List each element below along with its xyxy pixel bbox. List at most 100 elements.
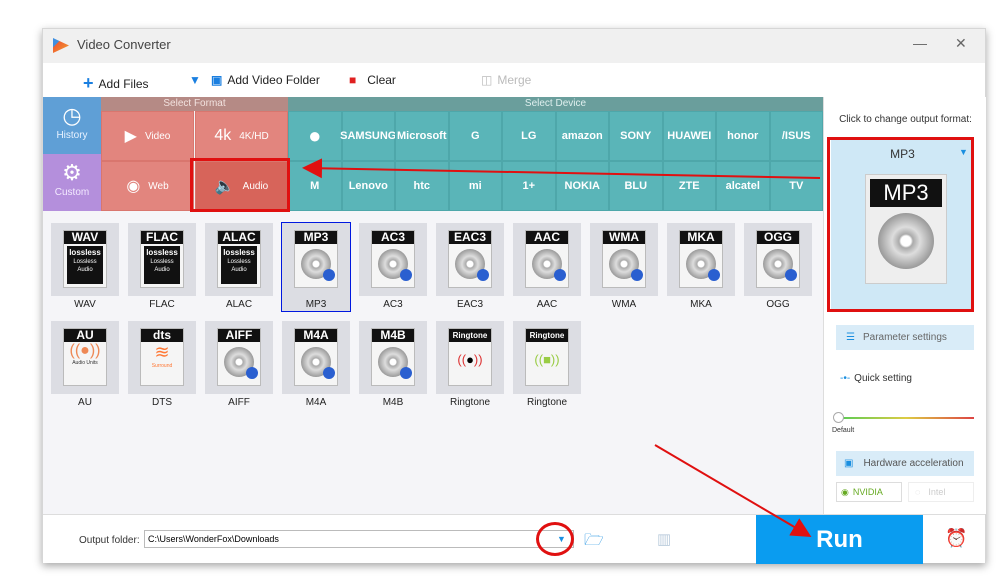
format-icon-header: Ringtone bbox=[526, 329, 568, 342]
format-category-web[interactable]: ◉ Web bbox=[101, 161, 194, 211]
hardware-acceleration-button[interactable]: ▣ Hardware acceleration bbox=[836, 451, 974, 476]
lossless-text: Audio bbox=[77, 267, 93, 273]
add-video-folder-button[interactable]: ▣ Add Video Folder bbox=[211, 73, 320, 87]
device-brand[interactable]: HUAWEI bbox=[662, 111, 716, 161]
format-icon-header: WAV bbox=[64, 231, 106, 244]
format-tile-eac3[interactable]: EAC3 EAC3 bbox=[436, 223, 504, 311]
history-tab[interactable]: ◷ History bbox=[43, 97, 101, 154]
clear-label: Clear bbox=[367, 73, 396, 87]
audio-disc-icon bbox=[763, 249, 797, 281]
format-tile-ogg[interactable]: OGG OGG bbox=[744, 223, 812, 311]
select-device-header: Select Device bbox=[288, 97, 823, 111]
open-folder-icon[interactable]: 🗁 bbox=[584, 529, 604, 556]
format-icon-header: MKA bbox=[680, 231, 722, 244]
audio-disc-icon bbox=[532, 249, 566, 281]
format-tile-au[interactable]: AU ((●)) Audio Units AU bbox=[51, 321, 119, 409]
device-brand[interactable]: NOKIA bbox=[555, 161, 609, 211]
device-brand[interactable]: /ISUS bbox=[769, 111, 823, 161]
format-tile-aiff[interactable]: AIFF AIFF bbox=[205, 321, 273, 409]
format-tile-ac3[interactable]: AC3 AC3 bbox=[359, 223, 427, 311]
apple-icon[interactable]: ● bbox=[288, 111, 342, 161]
device-brand[interactable]: 1+ bbox=[502, 161, 556, 211]
audio-icon: 🔈 bbox=[214, 178, 235, 195]
add-files-dropdown[interactable]: ▼ bbox=[189, 73, 201, 87]
format-icon-header: AC3 bbox=[372, 231, 414, 244]
device-brand[interactable]: honor bbox=[716, 111, 770, 161]
format-tile-aac[interactable]: AAC AAC bbox=[513, 223, 581, 311]
nvidia-toggle[interactable]: ◉ NVIDIA bbox=[836, 482, 902, 502]
format-category-video[interactable]: ▶ Video bbox=[101, 111, 194, 161]
device-brand[interactable]: Lenovo bbox=[341, 161, 395, 211]
chevron-down-icon: ▼ bbox=[959, 147, 968, 157]
lossless-text: Lossless bbox=[227, 259, 251, 265]
device-brand[interactable]: alcatel bbox=[716, 161, 770, 211]
add-files-button[interactable]: + Add Files bbox=[83, 73, 149, 94]
device-brand[interactable]: M bbox=[288, 161, 342, 211]
export-icon[interactable]: ▥ bbox=[657, 530, 671, 548]
format-icon-header: M4A bbox=[295, 329, 337, 342]
close-button[interactable]: ✕ bbox=[955, 35, 967, 52]
parameter-settings-label: Parameter settings bbox=[862, 332, 947, 343]
format-category-4khd[interactable]: 4k 4K/HD bbox=[195, 111, 288, 161]
video-icon: ▶ bbox=[124, 128, 137, 145]
clear-button[interactable]: ■ Clear bbox=[349, 73, 396, 87]
format-icon-header: WMA bbox=[603, 231, 645, 244]
format-tile-m4b[interactable]: M4B M4B bbox=[359, 321, 427, 409]
format-tile-flac[interactable]: FLAC lossless Lossless Audio FLAC bbox=[128, 223, 196, 311]
gear-icon: ⚙ bbox=[62, 160, 82, 185]
format-label: AIFF bbox=[228, 397, 250, 408]
alarm-clock-icon[interactable]: ⏰ bbox=[945, 528, 967, 549]
mp3-icon-label: MP3 bbox=[870, 179, 942, 207]
device-brand[interactable]: TV bbox=[769, 161, 823, 211]
lossless-badge: lossless bbox=[223, 248, 255, 257]
format-tile-alac[interactable]: ALAC lossless Lossless Audio ALAC bbox=[205, 223, 273, 311]
minimize-button[interactable]: — bbox=[913, 35, 927, 51]
format-label: DTS bbox=[152, 397, 172, 408]
device-brand[interactable]: G bbox=[448, 111, 502, 161]
merge-label: Merge bbox=[497, 73, 532, 87]
format-icon-header: dts bbox=[141, 329, 183, 342]
device-brand[interactable]: SAMSUNG bbox=[340, 111, 396, 161]
slider-handle[interactable] bbox=[833, 412, 844, 423]
device-brand[interactable]: ZTE bbox=[662, 161, 716, 211]
quick-setting-slider[interactable] bbox=[838, 417, 974, 419]
format-tile-m4a[interactable]: M4A M4A bbox=[282, 321, 350, 409]
format-tile-wav[interactable]: WAV lossless Lossless Audio WAV bbox=[51, 223, 119, 311]
device-brand[interactable]: amazon bbox=[555, 111, 609, 161]
format-icon-header: AU bbox=[64, 329, 106, 342]
device-brand[interactable]: SONY bbox=[609, 111, 663, 161]
parameter-settings-button[interactable]: ☰ Parameter settings bbox=[836, 325, 974, 350]
format-label: EAC3 bbox=[456, 299, 484, 310]
format-category-label: Video bbox=[144, 130, 171, 142]
format-category-audio[interactable]: 🔈 Audio bbox=[195, 161, 288, 211]
device-brand[interactable]: LG bbox=[502, 111, 556, 161]
4khd-icon: 4k bbox=[214, 127, 232, 144]
device-brand[interactable]: htc bbox=[395, 161, 449, 211]
output-format-hint: Click to change output format: bbox=[839, 114, 972, 125]
intel-toggle[interactable]: ◌ Intel bbox=[908, 482, 974, 502]
merge-button[interactable]: ◫ Merge bbox=[481, 73, 531, 87]
device-brand[interactable]: Microsoft bbox=[395, 111, 449, 161]
output-format-selector[interactable]: MP3 ▼ MP3 bbox=[831, 139, 974, 309]
format-grid: WAV lossless Lossless Audio WAV FLAC lossless L… bbox=[43, 211, 823, 514]
audio-disc-icon bbox=[455, 249, 489, 281]
nvidia-icon: ◉ bbox=[841, 486, 849, 497]
output-folder-dropdown[interactable]: ▼ bbox=[557, 534, 566, 544]
audio-disc-icon bbox=[686, 249, 720, 281]
format-label: AAC bbox=[536, 299, 558, 310]
chip-icon: ▣ bbox=[844, 458, 854, 469]
output-folder-input[interactable] bbox=[144, 530, 574, 548]
history-icon: ◷ bbox=[62, 103, 82, 128]
device-brand[interactable]: BLU bbox=[609, 161, 663, 211]
run-button[interactable]: Run bbox=[756, 515, 923, 564]
format-tile-dts[interactable]: dts ≋ Surround DTS bbox=[128, 321, 196, 409]
format-label: MP3 bbox=[305, 299, 327, 310]
format-tile-ringtone[interactable]: Ringtone ((■)) Ringtone bbox=[513, 321, 581, 409]
device-brand[interactable]: mi bbox=[448, 161, 502, 211]
lossless-text: Lossless bbox=[150, 259, 174, 265]
format-tile-wma[interactable]: WMA WMA bbox=[590, 223, 658, 311]
format-tile-mp3[interactable]: MP3 MP3 bbox=[281, 222, 351, 312]
format-tile-ringtone[interactable]: Ringtone ((●)) Ringtone bbox=[436, 321, 504, 409]
format-tile-mka[interactable]: MKA MKA bbox=[667, 223, 735, 311]
custom-tab[interactable]: ⚙ Custom bbox=[43, 154, 101, 211]
